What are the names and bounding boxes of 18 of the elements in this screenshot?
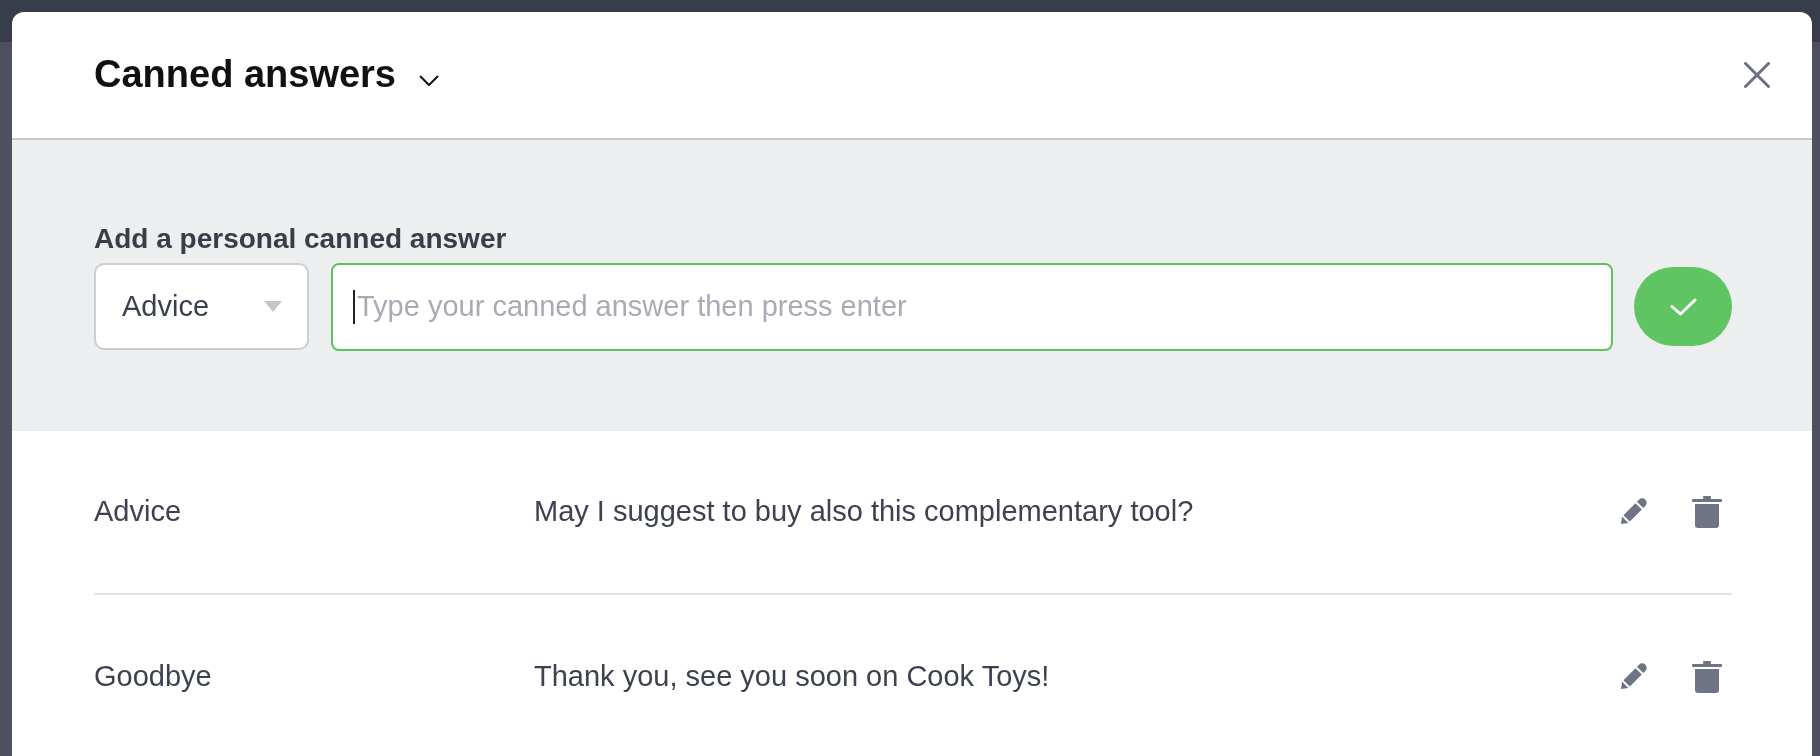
form-label: Add a personal canned answer bbox=[94, 222, 508, 256]
answer-text: May I suggest to buy also this complementary tool? bbox=[534, 493, 1195, 529]
answer-category: Goodbye bbox=[94, 658, 213, 694]
category-select[interactable]: Advice bbox=[94, 263, 309, 351]
chevron-down-icon[interactable] bbox=[419, 74, 439, 86]
close-icon bbox=[1744, 62, 1770, 88]
answer-input-field[interactable]: Type your canned answer then press enter bbox=[331, 262, 1613, 351]
answer-text: Thank you, see you soon on Cook Toys! bbox=[534, 658, 1051, 694]
text-cursor-icon bbox=[353, 289, 355, 324]
dialog-title: Canned answers bbox=[94, 52, 396, 98]
trash-icon bbox=[1692, 495, 1722, 528]
trash-icon bbox=[1692, 660, 1722, 693]
close-button[interactable] bbox=[1744, 62, 1770, 88]
delete-button[interactable] bbox=[1692, 660, 1722, 693]
caret-icon bbox=[264, 301, 282, 313]
checkmark-icon bbox=[1669, 297, 1697, 316]
answer-category: Advice bbox=[94, 493, 183, 529]
delete-button[interactable] bbox=[1692, 495, 1722, 528]
